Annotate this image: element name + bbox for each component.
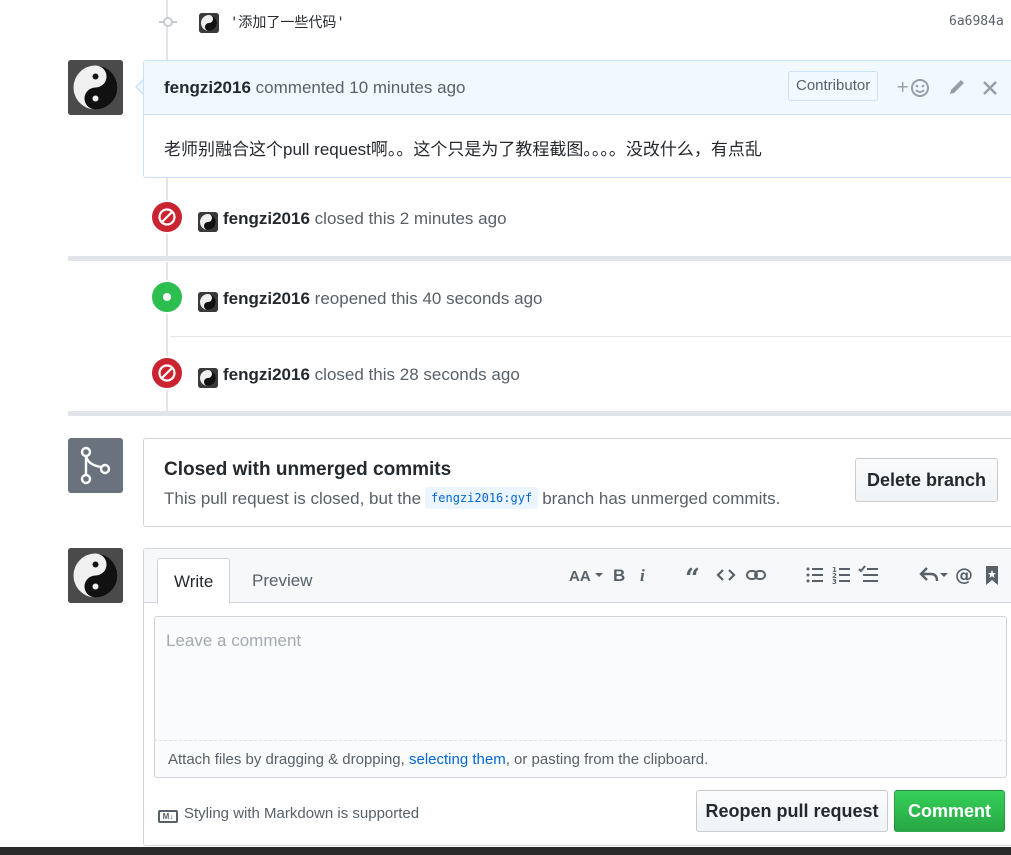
svg-text:i: i [640,566,645,585]
markdown-note-text: Styling with Markdown is supported [184,805,420,822]
task-list-icon[interactable] [858,565,880,589]
closed-badge [150,356,184,390]
timeline-divider [68,256,1011,261]
saved-reply-icon[interactable] [984,565,1000,591]
event-action: reopened this [314,289,418,308]
event-time[interactable]: 2 minutes ago [400,209,507,228]
timeline-divider [68,411,1011,416]
svg-text:B: B [613,566,625,585]
svg-text:+: + [896,77,909,96]
merge-status-title: Closed with unmerged commits [164,459,452,480]
commit-row: '添加了一些代码' 6a6984a [0,0,1011,44]
svg-text:AA: AA [569,568,591,585]
markdown-note[interactable]: M↓ Styling with Markdown is supported [158,805,419,823]
commit-message[interactable]: '添加了一些代码' [230,12,345,32]
merge-status-box: Closed with unmerged commits This pull r… [143,438,1011,527]
bottom-bar [0,847,1011,855]
attach-text: Attach files by dragging & dropping, [168,751,405,768]
timeline-event: fengzi2016 reopened this 40 seconds ago [223,289,542,309]
text-size-icon[interactable]: AA [569,565,605,589]
bold-icon[interactable]: B [612,565,628,589]
comment-body: 老师别融合这个pull request啊。。这个只是为了教程截图。。。。没改什么… [164,140,762,159]
code-icon[interactable] [716,565,736,589]
event-action: closed this [314,365,395,384]
comment-button[interactable]: Comment [894,790,1005,832]
comment-placeholder: Leave a comment [166,631,302,650]
quote-icon[interactable]: “ [685,564,707,594]
reopen-pull-request-button[interactable]: Reopen pull request [696,790,888,832]
new-comment-form: Write Preview AA B i “ 123 @ Leave a com… [143,548,1011,846]
bullet-list-icon[interactable] [805,565,825,589]
git-branch-icon [80,446,111,485]
merge-desc-before: This pull request is closed, but the [164,489,422,508]
italic-icon[interactable]: i [638,565,650,589]
avatar[interactable] [68,548,123,603]
reopened-badge [150,280,184,314]
branch-name[interactable]: fengzi2016:gyf [425,487,539,509]
file-attach-zone[interactable]: Attach files by dragging & dropping, sel… [154,741,1007,778]
event-author[interactable]: fengzi2016 [223,209,310,228]
comment: fengzi2016 commented 10 minutes ago Cont… [143,60,1011,178]
merge-desc-after: branch has unmerged commits. [542,489,781,508]
closed-badge [150,200,184,234]
numbered-list-icon[interactable]: 123 [832,565,852,589]
timeline-event: fengzi2016 closed this 2 minutes ago [223,209,507,229]
branch-icon-box [68,438,123,493]
event-action: closed this [314,209,395,228]
svg-text:“: “ [685,565,700,585]
timeline-event: fengzi2016 closed this 28 seconds ago [223,365,520,385]
avatar[interactable] [68,60,123,115]
commit-sha[interactable]: 6a6984a [949,14,1004,29]
event-author[interactable]: fengzi2016 [223,289,310,308]
event-time[interactable]: 40 seconds ago [422,289,542,308]
comment-time[interactable]: 10 minutes ago [349,78,465,97]
avatar[interactable] [198,212,218,232]
link-icon[interactable] [745,565,767,589]
comment-author-line: fengzi2016 commented 10 minutes ago [164,78,465,98]
contributor-badge: Contributor [788,71,879,101]
event-author[interactable]: fengzi2016 [223,365,310,384]
timeline-divider [170,336,1011,337]
comment-author[interactable]: fengzi2016 [164,78,251,97]
comment-header: fengzi2016 commented 10 minutes ago Cont… [144,61,1011,115]
avatar[interactable] [198,292,218,312]
add-reaction-icon[interactable]: + [896,77,930,103]
open-dot-icon [163,293,171,301]
markdown-icon: M↓ [158,810,178,823]
svg-text:@: @ [955,565,973,585]
tab-write[interactable]: Write [157,558,231,604]
event-time[interactable]: 28 seconds ago [400,365,520,384]
tab-preview[interactable]: Preview [236,558,328,604]
avatar[interactable] [199,13,219,33]
avatar[interactable] [198,368,218,388]
closed-icon [158,208,176,226]
mention-icon[interactable]: @ [955,565,975,589]
attach-text-after: , or pasting from the clipboard. [505,751,709,768]
delete-branch-button[interactable]: Delete branch [855,458,998,502]
svg-text:3: 3 [832,578,837,585]
commit-icon [159,17,177,27]
reply-icon[interactable] [919,565,949,589]
merge-status-description: This pull request is closed, but the feng… [164,487,781,509]
comment-action: commented [255,78,345,97]
comment-textarea[interactable]: Leave a comment [154,616,1007,741]
attach-link[interactable]: selecting them [409,751,506,768]
editor-toolbar: Write Preview AA B i “ 123 @ [144,549,1011,604]
edit-icon[interactable] [947,77,967,101]
close-icon[interactable] [982,77,998,101]
closed-icon [158,364,176,382]
